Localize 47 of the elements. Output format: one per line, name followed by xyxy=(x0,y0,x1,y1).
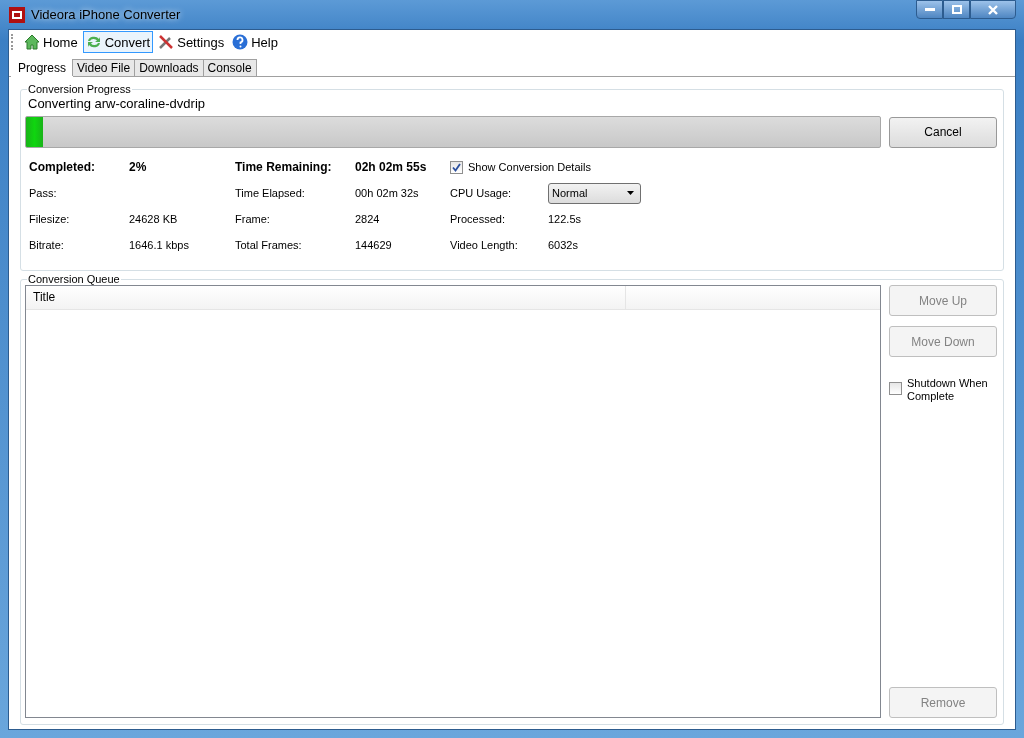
close-icon xyxy=(988,4,998,15)
stat-value: 122.5s xyxy=(548,213,583,225)
toolbar-button[interactable]: Help xyxy=(229,31,281,53)
stat-label: Time Elapsed: xyxy=(235,187,306,199)
maximize-icon xyxy=(951,5,962,14)
window-title: Videora iPhone Converter xyxy=(31,7,181,22)
stat-label: Time Remaining: xyxy=(235,158,333,176)
shutdown-checkbox[interactable]: Shutdown When Complete xyxy=(889,377,997,403)
tab[interactable]: Console xyxy=(202,59,257,76)
group-title: Conversion Progress xyxy=(27,83,132,95)
close-button[interactable] xyxy=(970,0,1016,19)
refresh-icon xyxy=(85,34,102,50)
tools-icon xyxy=(158,34,175,50)
stat-value: 2% xyxy=(129,158,148,176)
status-text: Converting arw-coraline-dvdrip xyxy=(28,96,207,111)
minimize-button[interactable] xyxy=(916,0,943,19)
tab[interactable]: Video File xyxy=(72,59,136,76)
minimize-icon xyxy=(924,7,935,12)
stat-value: 1646.1 kbps xyxy=(129,239,190,251)
dropdown-arrow-icon xyxy=(627,191,634,195)
help-icon xyxy=(232,34,249,50)
stat-label: Filesize: xyxy=(29,213,71,225)
stat-label: Total Frames: xyxy=(235,239,303,251)
stat-value: 2824 xyxy=(355,213,381,225)
stat-value: 6032s xyxy=(548,239,579,251)
stat-label: CPU Usage: xyxy=(450,187,513,199)
toolbar-button[interactable]: Convert xyxy=(82,31,154,53)
stat-value: 00h 02m 32s xyxy=(355,187,420,199)
cpu-usage-dropdown[interactable]: Normal xyxy=(548,182,641,204)
maximize-button[interactable] xyxy=(943,0,970,19)
group-title: Conversion Queue xyxy=(27,273,121,285)
stat-label: Pass: xyxy=(29,187,58,199)
stat-label: Bitrate: xyxy=(29,239,65,251)
show-details-checkbox[interactable]: Show Conversion Details xyxy=(450,153,658,181)
stat-value: 144629 xyxy=(355,239,393,251)
tab[interactable]: Downloads xyxy=(134,59,204,76)
stat-label: Video Length: xyxy=(450,239,519,251)
stat-label: Processed: xyxy=(450,213,507,225)
stat-label: Completed: xyxy=(29,158,96,176)
stat-value: 02h 02m 55s xyxy=(355,158,428,176)
toolbar-button[interactable]: Settings xyxy=(155,31,228,53)
stat-value: 24628 KB xyxy=(129,213,179,225)
toolbar-button[interactable]: Home xyxy=(21,31,81,53)
cancel-button[interactable]: Cancel xyxy=(889,116,997,148)
house-icon xyxy=(24,34,40,50)
app-logo-icon xyxy=(9,6,25,23)
stat-label: Frame: xyxy=(235,213,271,225)
